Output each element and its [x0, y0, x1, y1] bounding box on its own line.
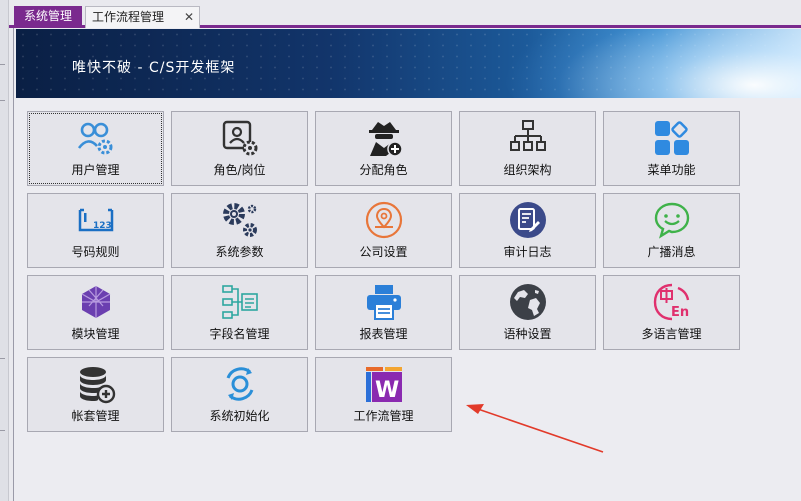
- annotation-arrow-icon: [466, 404, 604, 453]
